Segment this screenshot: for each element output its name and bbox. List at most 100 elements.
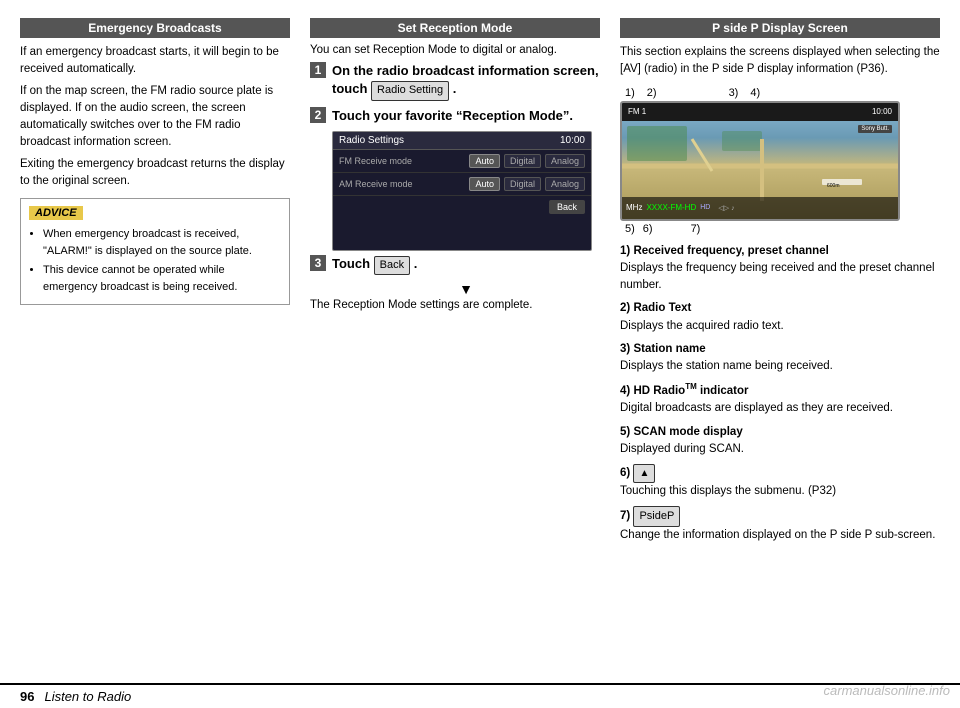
nav-info-bar: MHz XXXX-FM-HD HD ◁▷ ♪ xyxy=(622,197,898,219)
set-reception-header: Set Reception Mode xyxy=(310,18,600,38)
advice-box: ADVICE When emergency broadcast is recei… xyxy=(20,198,290,305)
advice-list: When emergency broadcast is received, "A… xyxy=(29,226,281,295)
step-2-num: 2 xyxy=(310,107,326,123)
item-2-title: Radio Text xyxy=(633,302,691,314)
svg-text:600m: 600m xyxy=(827,183,840,189)
pside-labels-top: 1) 2) 3) 4) xyxy=(620,87,940,99)
item-2-desc: Displays the acquired radio text. xyxy=(620,320,784,332)
step-3-text: Touch Back . xyxy=(332,255,417,275)
nav-top-bar: FM 1 10:00 xyxy=(622,103,898,121)
advice-item-1: When emergency broadcast is received, "A… xyxy=(43,226,281,259)
rs-title: Radio Settings xyxy=(339,135,404,146)
footer-title: Listen to Radio xyxy=(44,689,131,704)
page-number: 96 xyxy=(20,689,34,704)
item-1-title: Received frequency, preset channel xyxy=(633,245,828,257)
nav-time: 10:00 xyxy=(872,107,892,116)
nav-btn-area: Sony Butt. xyxy=(858,125,892,135)
step-1-after: . xyxy=(453,81,457,96)
item-7-desc: Change the information displayed on the … xyxy=(620,529,935,541)
tm-sup: TM xyxy=(685,382,697,391)
nav-screen-bg: FM 1 10:00 xyxy=(622,103,898,219)
label-1: 1) xyxy=(625,87,635,99)
rs-fm-label: FM Receive mode xyxy=(339,156,469,166)
rs-time: 10:00 xyxy=(560,135,585,146)
step-1-text: On the radio broadcast information scree… xyxy=(332,62,600,101)
pside-item-6: 6) ▲ Touching this displays the submenu.… xyxy=(620,464,940,500)
step-3-row: 3 Touch Back . xyxy=(310,255,600,275)
item-3-num: 3) xyxy=(620,343,630,355)
rs-am-opt-analog[interactable]: Analog xyxy=(545,177,585,191)
set-reception-intro: You can set Reception Mode to digital or… xyxy=(310,44,600,56)
triangle-btn[interactable]: ▲ xyxy=(633,464,655,483)
rs-am-label: AM Receive mode xyxy=(339,179,469,189)
item-1-num: 1) xyxy=(620,245,630,257)
pside-description: This section explains the screens displa… xyxy=(620,44,940,79)
label-5: 5) xyxy=(625,223,635,235)
arrow-down-icon: ▼ xyxy=(332,281,600,297)
nav-hd-icon: HD xyxy=(700,204,710,211)
psidep-btn[interactable]: PsideP xyxy=(633,506,680,527)
label-6: 6) xyxy=(643,223,653,235)
rs-fm-opt-auto[interactable]: Auto xyxy=(469,154,500,168)
item-2-num: 2) xyxy=(620,302,630,314)
rs-fm-opt-analog[interactable]: Analog xyxy=(545,154,585,168)
middle-column: Set Reception Mode You can set Reception… xyxy=(310,18,600,673)
item-7-num: 7) xyxy=(620,510,630,522)
nav-station: XXXX-FM-HD xyxy=(646,203,696,212)
page-container: Emergency Broadcasts If an emergency bro… xyxy=(0,0,960,708)
label-3: 3) xyxy=(729,87,739,99)
step-2-text: Touch your favorite “Reception Mode”. xyxy=(332,107,573,125)
pside-item-2: 2) Radio Text Displays the acquired radi… xyxy=(620,300,940,335)
step-3-after: . xyxy=(414,256,418,271)
label-2: 2) xyxy=(647,87,657,99)
step-1-row: 1 On the radio broadcast information scr… xyxy=(310,62,600,101)
item-1-desc: Displays the frequency being received an… xyxy=(620,262,935,291)
radio-settings-screen: Radio Settings 10:00 FM Receive mode Aut… xyxy=(332,131,592,251)
rs-title-bar: Radio Settings 10:00 xyxy=(333,132,591,150)
emergency-para-1: If an emergency broadcast starts, it wil… xyxy=(20,44,290,79)
pside-labels-bottom: 5) 6) 7) xyxy=(620,223,940,235)
pside-header: P side P Display Screen xyxy=(620,18,940,38)
rs-am-options: Auto Digital Analog xyxy=(469,177,585,191)
item-4-title: HD RadioTM indicator xyxy=(633,385,748,397)
pside-item-1: 1) Received frequency, preset channel Di… xyxy=(620,243,940,295)
item-4-num: 4) xyxy=(620,385,630,397)
item-5-title: SCAN mode display xyxy=(633,426,742,438)
item-6-num: 6) xyxy=(620,467,630,479)
label-7: 7) xyxy=(691,223,701,235)
rs-row-fm: FM Receive mode Auto Digital Analog xyxy=(333,150,591,173)
right-column: P side P Display Screen This section exp… xyxy=(620,18,940,673)
item-3-desc: Displays the station name being received… xyxy=(620,360,833,372)
rs-am-opt-digital[interactable]: Digital xyxy=(504,177,541,191)
rs-fm-opt-digital[interactable]: Digital xyxy=(504,154,541,168)
advice-header: ADVICE xyxy=(29,206,83,220)
pside-screen-area: 1) 2) 3) 4) FM 1 10:00 xyxy=(620,87,940,235)
step-2-row: 2 Touch your favorite “Reception Mode”. xyxy=(310,107,600,125)
pside-items-list: 1) Received frequency, preset channel Di… xyxy=(620,243,940,545)
pside-item-4: 4) HD RadioTM indicator Digital broadcas… xyxy=(620,381,940,417)
emergency-broadcasts-header: Emergency Broadcasts xyxy=(20,18,290,38)
main-content: Emergency Broadcasts If an emergency bro… xyxy=(0,0,960,683)
watermark: carmanualsonline.info xyxy=(824,683,950,698)
item-4-desc: Digital broadcasts are displayed as they… xyxy=(620,402,893,414)
step-1-num: 1 xyxy=(310,62,326,78)
footer: 96 Listen to Radio xyxy=(0,683,960,708)
pside-nav-screen: FM 1 10:00 xyxy=(620,101,900,221)
rs-fm-options: Auto Digital Analog xyxy=(469,154,585,168)
rs-back-row: Back xyxy=(333,196,591,218)
radio-setting-btn[interactable]: Radio Setting xyxy=(371,81,449,100)
item-5-num: 5) xyxy=(620,426,630,438)
back-btn[interactable]: Back xyxy=(374,256,410,275)
pside-item-7: 7) PsideP Change the information display… xyxy=(620,506,940,544)
complete-text: The Reception Mode settings are complete… xyxy=(310,299,600,311)
advice-item-2: This device cannot be operated while eme… xyxy=(43,262,281,295)
nav-icons: ◁▷ ♪ xyxy=(718,204,734,212)
item-6-desc: Touching this displays the submenu. (P32… xyxy=(620,485,836,497)
hint-btn: Sony Butt. xyxy=(858,125,892,133)
nav-fm-label: FM 1 xyxy=(628,107,646,116)
nav-freq-label: MHz xyxy=(626,203,642,212)
rs-back-btn[interactable]: Back xyxy=(549,200,585,214)
rs-am-opt-auto[interactable]: Auto xyxy=(469,177,500,191)
item-5-desc: Displayed during SCAN. xyxy=(620,443,744,455)
label-4: 4) xyxy=(750,87,760,99)
